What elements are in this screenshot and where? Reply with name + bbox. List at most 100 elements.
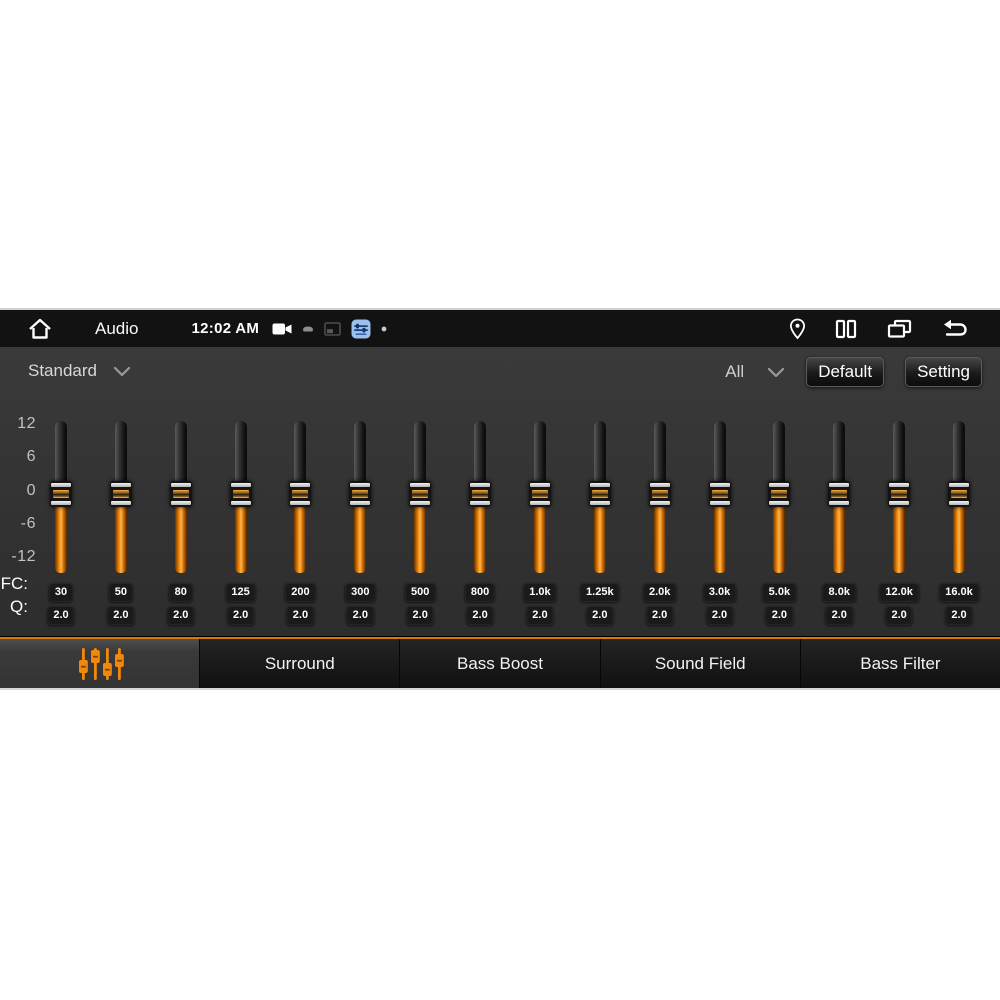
handle-stripe xyxy=(771,490,787,498)
band-q-value[interactable]: 2.0 xyxy=(586,606,613,625)
eq-band-5.0k: 5.0k 2.0 xyxy=(749,421,809,633)
band-q-value[interactable]: 2.0 xyxy=(945,606,972,625)
gain-slider[interactable] xyxy=(230,421,252,573)
band-q-value[interactable]: 2.0 xyxy=(347,606,374,625)
pip-window-icon xyxy=(324,322,341,336)
slider-handle[interactable] xyxy=(230,481,252,507)
chevron-down-icon xyxy=(767,366,785,379)
band-q-value[interactable]: 2.0 xyxy=(766,606,793,625)
recent-apps-button[interactable] xyxy=(886,318,913,340)
handle-stripe xyxy=(891,490,907,498)
band-q-value[interactable]: 2.0 xyxy=(885,606,912,625)
band-fc-value[interactable]: 200 xyxy=(285,583,315,602)
gain-slider[interactable] xyxy=(110,421,132,573)
band-fc-value[interactable]: 16.0k xyxy=(939,583,979,602)
gain-slider[interactable] xyxy=(589,421,611,573)
channel-select[interactable]: All xyxy=(725,362,785,382)
band-q-value[interactable]: 2.0 xyxy=(227,606,254,625)
gain-slider[interactable] xyxy=(349,421,371,573)
handle-cap-top xyxy=(111,483,131,487)
band-q-value[interactable]: 2.0 xyxy=(526,606,553,625)
slider-handle[interactable] xyxy=(349,481,371,507)
default-button[interactable]: Default xyxy=(806,357,884,387)
band-q-value[interactable]: 2.0 xyxy=(646,606,673,625)
slider-handle[interactable] xyxy=(50,481,72,507)
handle-cap-bottom xyxy=(590,501,610,505)
band-fc-value[interactable]: 800 xyxy=(465,583,495,602)
clock: 12:02 AM xyxy=(191,320,259,337)
slider-handle[interactable] xyxy=(529,481,551,507)
gain-slider[interactable] xyxy=(469,421,491,573)
gain-slider[interactable] xyxy=(768,421,790,573)
gain-slider[interactable] xyxy=(50,421,72,573)
gain-slider[interactable] xyxy=(649,421,671,573)
tab-bass-filter[interactable]: Bass Filter xyxy=(800,639,1000,688)
band-q-value[interactable]: 2.0 xyxy=(407,606,434,625)
band-fc-value[interactable]: 5.0k xyxy=(763,583,796,602)
eq-band-1.0k: 1.0k 2.0 xyxy=(510,421,570,633)
tab-sound-field[interactable]: Sound Field xyxy=(600,639,800,688)
nav-icon-group xyxy=(789,318,969,340)
slider-handle[interactable] xyxy=(589,481,611,507)
gain-slider[interactable] xyxy=(828,421,850,573)
slider-handle[interactable] xyxy=(888,481,910,507)
band-fc-value[interactable]: 80 xyxy=(169,583,193,602)
gain-slider[interactable] xyxy=(409,421,431,573)
split-screen-button[interactable] xyxy=(835,318,857,340)
back-button[interactable] xyxy=(942,318,969,339)
gain-slider[interactable] xyxy=(289,421,311,573)
band-fc-value[interactable]: 500 xyxy=(405,583,435,602)
band-q-value[interactable]: 2.0 xyxy=(706,606,733,625)
slider-handle[interactable] xyxy=(469,481,491,507)
band-fc-value[interactable]: 1.25k xyxy=(580,583,620,602)
handle-stripe xyxy=(113,490,129,498)
channel-value: All xyxy=(725,362,744,382)
handle-cap-top xyxy=(889,483,909,487)
gain-slider[interactable] xyxy=(529,421,551,573)
band-fc-value[interactable]: 50 xyxy=(109,583,133,602)
gain-slider[interactable] xyxy=(170,421,192,573)
slider-handle[interactable] xyxy=(170,481,192,507)
slider-handle[interactable] xyxy=(649,481,671,507)
band-fc-value[interactable]: 12.0k xyxy=(879,583,919,602)
handle-stripe xyxy=(951,490,967,498)
band-fc-value[interactable]: 30 xyxy=(49,583,73,602)
handle-cap-bottom xyxy=(829,501,849,505)
right-controls: All Default Setting xyxy=(725,357,982,387)
handle-stripe xyxy=(412,490,428,498)
eq-band-125: 1252.0 xyxy=(211,421,271,633)
band-fc-value[interactable]: 2.0k xyxy=(643,583,676,602)
band-fc-value[interactable]: 8.0k xyxy=(823,583,856,602)
slider-handle[interactable] xyxy=(768,481,790,507)
band-fc-value[interactable]: 300 xyxy=(345,583,375,602)
slider-handle[interactable] xyxy=(948,481,970,507)
back-icon xyxy=(942,318,969,339)
home-button[interactable] xyxy=(27,317,53,341)
location-button[interactable] xyxy=(789,318,806,340)
setting-button[interactable]: Setting xyxy=(905,357,982,387)
slider-handle[interactable] xyxy=(709,481,731,507)
band-fc-value[interactable]: 3.0k xyxy=(703,583,736,602)
band-q-value[interactable]: 2.0 xyxy=(47,606,74,625)
band-q-value[interactable]: 2.0 xyxy=(826,606,853,625)
gain-slider[interactable] xyxy=(948,421,970,573)
band-fc-value[interactable]: 1.0k xyxy=(523,583,556,602)
tab-equalizer[interactable] xyxy=(0,639,199,688)
band-q-value[interactable]: 2.0 xyxy=(107,606,134,625)
eq-band-200: 2002.0 xyxy=(270,421,330,633)
gain-slider[interactable] xyxy=(709,421,731,573)
slider-handle[interactable] xyxy=(110,481,132,507)
eq-band-300: 3002.0 xyxy=(330,421,390,633)
slider-handle[interactable] xyxy=(828,481,850,507)
gain-slider[interactable] xyxy=(888,421,910,573)
band-fc-value[interactable]: 125 xyxy=(225,583,255,602)
tab-surround[interactable]: Surround xyxy=(199,639,399,688)
handle-cap-top xyxy=(590,483,610,487)
band-q-value[interactable]: 2.0 xyxy=(287,606,314,625)
slider-handle[interactable] xyxy=(409,481,431,507)
tab-bass-boost[interactable]: Bass Boost xyxy=(399,639,599,688)
preset-select[interactable]: Standard xyxy=(28,361,131,381)
band-q-value[interactable]: 2.0 xyxy=(167,606,194,625)
slider-handle[interactable] xyxy=(289,481,311,507)
band-q-value[interactable]: 2.0 xyxy=(466,606,493,625)
